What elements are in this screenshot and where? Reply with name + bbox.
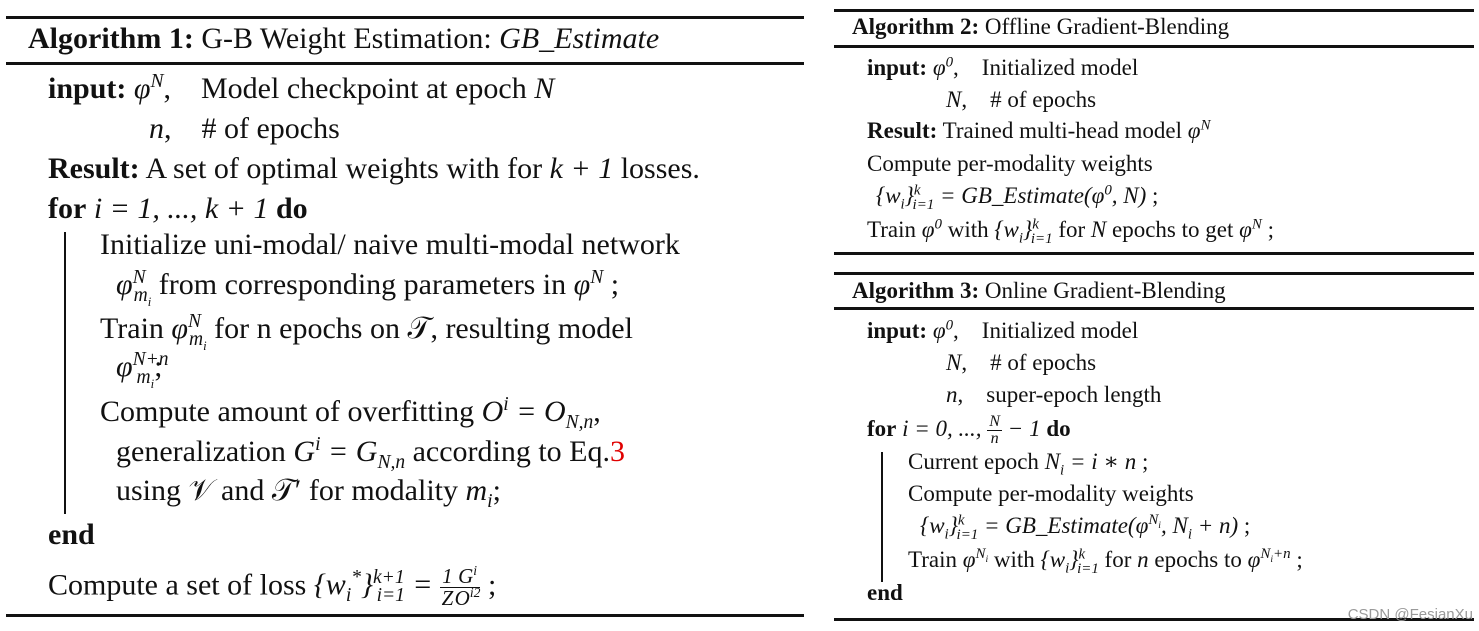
end-line: end bbox=[867, 580, 903, 605]
algorithm-3-box: Algorithm 3: Online Gradient-Blending in… bbox=[834, 272, 1474, 631]
body-line-1: Current epoch Ni = i ∗ n ; bbox=[908, 449, 1149, 479]
input-line-1: input: φ0, Initialized model bbox=[867, 54, 1139, 80]
input-line-1: input: φ0, Initialized model bbox=[867, 317, 1139, 343]
loop-bar bbox=[881, 452, 883, 582]
result-line: Result: A set of optimal weights with fo… bbox=[48, 152, 700, 185]
body-line-6: generalization Gi = GN,n according to Eq… bbox=[116, 434, 626, 473]
input-line-2: N, # of epochs bbox=[946, 87, 1097, 112]
bottom-rule bbox=[6, 614, 804, 617]
equation-link[interactable]: 3 bbox=[610, 435, 625, 468]
body-line-1: Initialize uni-modal/ naive multi-modal … bbox=[100, 228, 680, 261]
body-line-4: Train φNi with {wi}ki=1 for n epochs to … bbox=[908, 546, 1303, 577]
final-line: Compute a set of loss {wi*}k+1i=1 = 1 Z Gi… bbox=[48, 563, 497, 610]
body-line-5: Compute amount of overfitting Oi = ON,n, bbox=[100, 394, 601, 433]
header-rule bbox=[6, 62, 804, 65]
for-line: for i = 1, ..., k + 1 do bbox=[48, 192, 308, 225]
input-line-3: n, super-epoch length bbox=[946, 382, 1162, 407]
top-rule bbox=[834, 272, 1474, 275]
body-line-4: φN+nmi; bbox=[116, 349, 169, 391]
algorithm-3-title: Algorithm 3: Online Gradient-Blending bbox=[852, 278, 1226, 303]
header-rule bbox=[834, 307, 1474, 310]
end-line: end bbox=[48, 518, 95, 551]
body-line-3: Train φ0 with {wi}ki=1 for N epochs to g… bbox=[867, 216, 1274, 247]
input-line-2: N, # of epochs bbox=[946, 350, 1097, 375]
top-rule bbox=[834, 9, 1474, 12]
input-line-2: n, # of epochs bbox=[149, 112, 340, 145]
body-line-2: {wi}ki=1 = GB_Estimate(φ0, N) ; bbox=[876, 182, 1159, 213]
body-line-3: Train φNmi for n epochs on 𝒯, resulting … bbox=[100, 311, 633, 353]
algorithm-1-title: Algorithm 1: G-B Weight Estimation: GB_E… bbox=[28, 22, 660, 55]
algorithm-2-title: Algorithm 2: Offline Gradient-Blending bbox=[852, 14, 1230, 39]
body-line-2: φNmi from corresponding parameters in φN… bbox=[116, 267, 620, 309]
body-line-1: Compute per-modality weights bbox=[867, 151, 1153, 176]
body-line-7: using 𝒱 and 𝒯′ for modality mi; bbox=[116, 474, 501, 512]
bottom-rule bbox=[834, 252, 1474, 255]
for-line: for i = 0, ..., Nn − 1 do bbox=[867, 413, 1071, 448]
top-rule bbox=[6, 16, 804, 19]
body-line-2: Compute per-modality weights bbox=[908, 481, 1194, 506]
result-line: Result: Trained multi-head model φN bbox=[867, 117, 1211, 143]
header-rule bbox=[834, 45, 1474, 48]
algorithm-1-box: Algorithm 1: G-B Weight Estimation: GB_E… bbox=[6, 0, 804, 631]
loop-bar bbox=[64, 232, 66, 514]
input-line-1: input: φN, Model checkpoint at epoch N bbox=[48, 71, 555, 105]
algorithm-2-box: Algorithm 2: Offline Gradient-Blending i… bbox=[834, 0, 1474, 260]
watermark: CSDN @FesianXu bbox=[1347, 606, 1473, 623]
body-line-3: {wi}ki=1 = GB_Estimate(φNi, Ni + n) ; bbox=[920, 512, 1251, 543]
